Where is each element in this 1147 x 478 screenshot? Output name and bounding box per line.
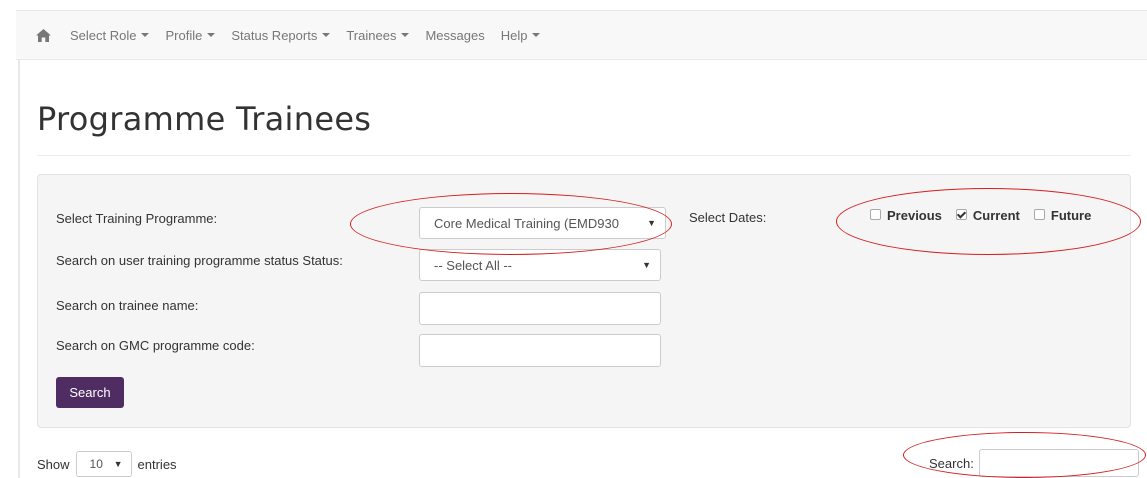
entries-select[interactable]: 10 ▼ <box>75 451 132 477</box>
table-search: Search: <box>929 449 1139 477</box>
nav-messages[interactable]: Messages <box>417 28 492 43</box>
show-prefix: Show <box>37 456 70 472</box>
status-label: Search on user training programme status… <box>56 253 343 268</box>
gmc-code-label: Search on GMC programme code: <box>56 338 255 353</box>
caret-down-icon <box>532 33 541 37</box>
programme-select[interactable]: Core Medical Training (EMD930 ▼ <box>419 207 666 239</box>
nav-status-reports-label: Status Reports <box>231 27 318 43</box>
home-icon[interactable] <box>36 27 52 43</box>
nav-help-label: Help <box>500 27 528 43</box>
checkbox-future-label: Future <box>1050 208 1092 223</box>
checkbox-icon[interactable] <box>1033 209 1045 220</box>
checkbox-current[interactable]: Current <box>955 208 1020 223</box>
nav-select-role-label: Select Role <box>70 27 137 43</box>
nav-profile-label: Profile <box>165 27 203 43</box>
nav-messages-label: Messages <box>425 27 485 43</box>
dropdown-arrow-icon: ▼ <box>113 459 123 469</box>
dates-label: Select Dates: <box>689 210 767 225</box>
caret-down-icon <box>322 33 331 37</box>
programme-label: Select Training Programme: <box>56 211 218 226</box>
nav-trainees[interactable]: Trainees <box>338 28 417 43</box>
gmc-code-input[interactable] <box>419 334 661 367</box>
trainee-name-input[interactable] <box>419 292 661 325</box>
page-title: Programme Trainees <box>37 100 372 138</box>
caret-down-icon <box>141 33 150 37</box>
status-select-value: -- Select All -- <box>434 257 513 273</box>
checkbox-current-label: Current <box>972 208 1020 223</box>
checkbox-previous[interactable]: Previous <box>870 208 942 223</box>
nav-status-reports[interactable]: Status Reports <box>223 28 338 43</box>
checkbox-checked-icon[interactable] <box>955 209 967 220</box>
programme-select-value: Core Medical Training (EMD930 <box>434 215 619 231</box>
show-suffix: entries <box>137 456 177 472</box>
table-search-input[interactable] <box>978 449 1139 477</box>
checkbox-previous-label: Previous <box>887 208 942 223</box>
nav-profile[interactable]: Profile <box>157 28 223 43</box>
checkbox-future[interactable]: Future <box>1033 208 1092 223</box>
entries-length-control: Show 10 ▼ entries <box>37 451 177 477</box>
title-divider <box>37 155 1131 156</box>
dropdown-arrow-icon: ▼ <box>642 260 651 270</box>
navbar: Select Role Profile Status Reports Train… <box>16 10 1147 60</box>
caret-down-icon <box>401 33 410 37</box>
checkbox-icon[interactable] <box>870 209 881 220</box>
top-strip <box>0 0 1147 9</box>
table-search-label: Search: <box>929 455 974 471</box>
nav-help[interactable]: Help <box>493 28 549 43</box>
nav-trainees-label: Trainees <box>346 27 397 43</box>
nav-select-role[interactable]: Select Role <box>62 28 157 43</box>
caret-down-icon <box>207 33 216 37</box>
search-button[interactable]: Search <box>56 377 124 408</box>
dates-checkbox-group: Previous Current Future <box>870 208 1091 223</box>
trainee-name-label: Search on trainee name: <box>56 298 199 313</box>
left-border <box>18 60 20 478</box>
entries-select-value: 10 <box>89 457 103 471</box>
status-select[interactable]: -- Select All -- ▼ <box>419 249 661 281</box>
dropdown-arrow-icon: ▼ <box>647 218 656 228</box>
